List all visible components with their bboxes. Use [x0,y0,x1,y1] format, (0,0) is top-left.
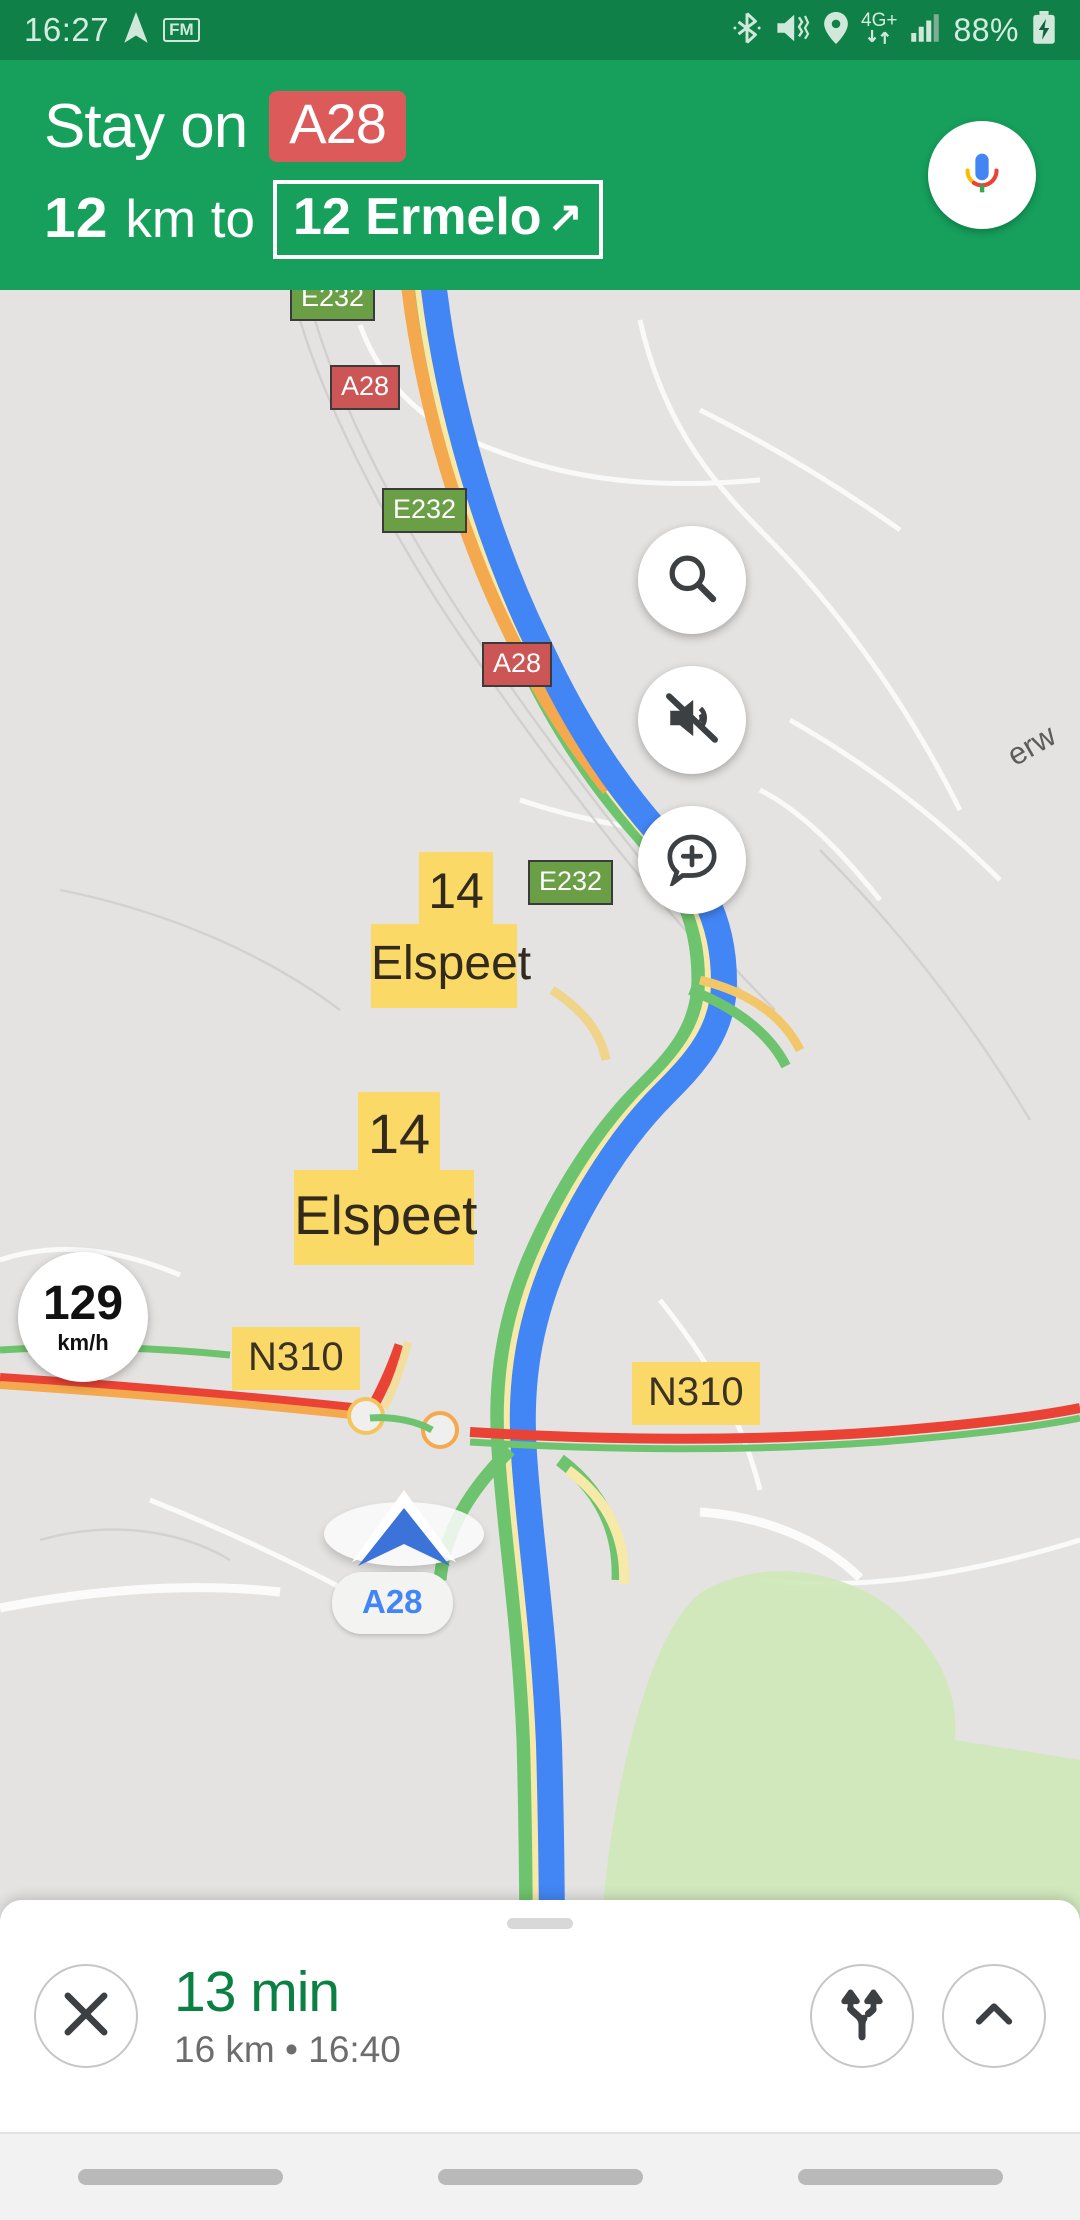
instruction-primary-line: Stay on A28 [44,91,928,163]
sheet-actions [810,1964,1046,2068]
status-bar-left: 16:27 FM [24,11,200,49]
data-transfer-icon [865,30,893,49]
eta-duration-value: 13 [174,1959,236,2024]
search-button[interactable] [638,526,746,634]
fm-badge: FM [163,17,200,43]
navigation-arrow-icon [123,11,149,49]
exit-name-badge: Elspeet [371,924,531,1008]
map-road-shield: E232 [382,488,468,533]
voice-search-button[interactable] [928,121,1036,229]
signal-bars-icon [910,13,940,48]
secondary-road-label: N310 [632,1362,760,1425]
battery-charging-icon [1032,10,1056,50]
trip-summary-sheet[interactable]: 13 min 16 km • 16:40 [0,1900,1080,2132]
mute-button[interactable] [638,666,746,774]
report-button[interactable] [638,806,746,914]
map-road-shield: A28 [482,642,553,687]
map-canvas[interactable]: E232 A28 E232 A28 E232 14 Elspeet 14 Els… [0,290,1080,1970]
instruction-text-block: Stay on A28 12 km to 12 Ermelo ↗ [44,91,928,259]
exit-sign-label: 12 Ermelo [292,188,542,247]
eta-duration: 13 min [174,1959,810,2024]
instruction-verb: Stay on [44,92,248,162]
bluetooth-icon [732,11,762,50]
status-bar-right: 4G+ 88% [732,10,1056,50]
navigation-chevron-icon [340,1486,468,1583]
map-road-shield: A28 [330,365,401,410]
eta-duration-unit: min [250,1959,340,2024]
map-road-shield: E232 [290,290,376,321]
chevron-up-icon [969,1989,1019,2044]
instruction-secondary-line: 12 km to 12 Ermelo ↗ [44,180,928,259]
volume-mute-icon [663,689,721,752]
status-bar: 16:27 FM 4G+ 88% [0,0,1080,60]
eta-details: 16 km • 16:40 [174,2028,401,2070]
location-pin-icon [824,11,848,49]
sheet-drag-handle[interactable] [507,1918,573,1929]
add-report-bubble-icon [664,830,720,891]
recents-button[interactable] [77,2169,283,2185]
map-roads [0,290,1080,1970]
route-alternatives-button[interactable] [810,1964,914,2068]
exit-sign: 12 Ermelo ↗ [272,180,603,259]
map-road-shield: E232 [528,860,614,905]
eta-block: 13 min 16 km • 16:40 [174,1959,810,2070]
expand-sheet-button[interactable] [942,1964,1046,2068]
exit-number-badge: 14 [358,1092,440,1182]
search-icon [664,550,720,611]
speed-unit: km/h [57,1330,109,1355]
secondary-road-label: N310 [232,1327,360,1390]
remaining-distance: 12 [44,186,108,251]
navigation-screen: 16:27 FM 4G+ 88% Stay on A28 12 km to 12… [0,0,1080,2220]
speed-value: 129 [42,1277,124,1330]
clock: 16:27 [24,11,110,48]
network-type-indicator: 4G+ [861,11,897,49]
remaining-distance-unit: km to [125,189,255,249]
network-label: 4G+ [861,10,898,31]
exit-name-badge: Elspeet [294,1170,477,1265]
close-x-icon [60,1988,112,2045]
android-navigation-bar [0,2132,1080,2220]
instruction-road-shield: A28 [269,91,406,163]
close-navigation-button[interactable] [34,1964,138,2068]
current-road-label: A28 [332,1572,453,1634]
exit-direction-arrow-icon: ↗ [547,193,583,241]
battery-percentage: 88% [953,11,1019,48]
back-button[interactable] [797,2169,1003,2185]
exit-number-badge: 14 [419,852,493,934]
home-button[interactable] [437,2169,643,2185]
route-alternatives-icon [834,1986,890,2047]
vibrate-mute-icon [775,12,811,49]
speedometer: 129 km/h [18,1252,148,1382]
navigation-instruction-header[interactable]: Stay on A28 12 km to 12 Ermelo ↗ [0,60,1080,290]
google-assistant-mic-icon [953,144,1011,207]
